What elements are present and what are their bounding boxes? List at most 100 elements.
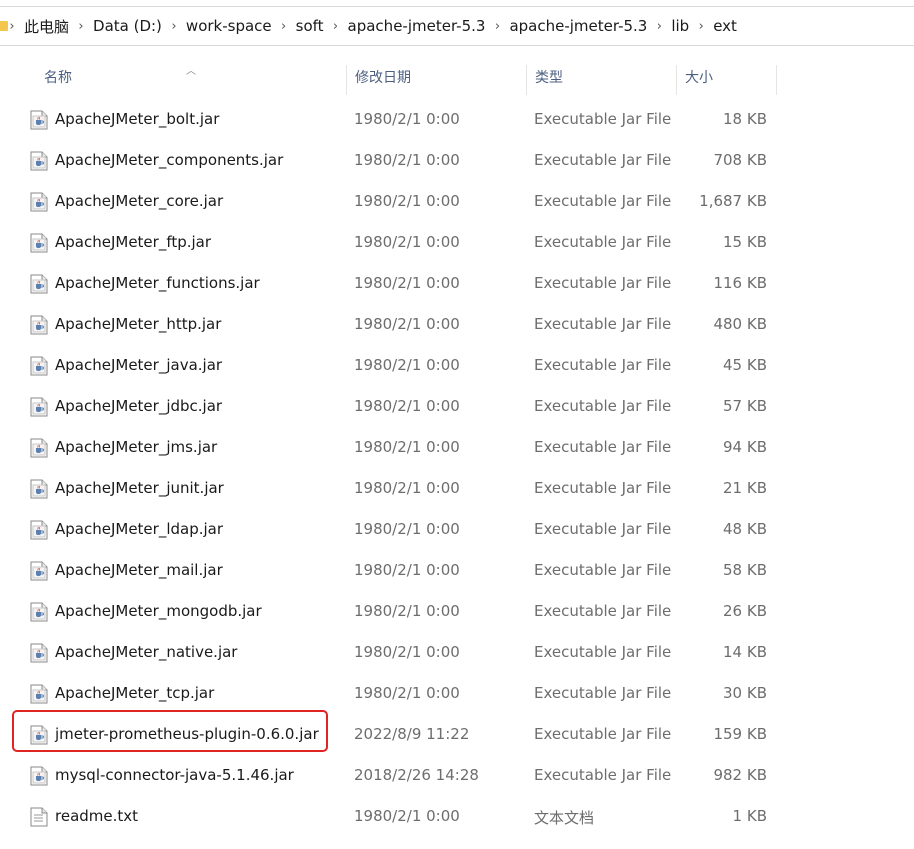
jar-file-icon: [30, 233, 48, 253]
breadcrumb-item[interactable]: work-space: [186, 17, 272, 35]
file-name[interactable]: jmeter-prometheus-plugin-0.6.0.jar: [55, 725, 319, 743]
jar-file-icon: [30, 356, 48, 376]
file-row-highlighted[interactable]: jmeter-prometheus-plugin-0.6.0.jar 2022/8…: [0, 710, 914, 756]
file-size: 15 KB: [723, 233, 767, 251]
column-header-size[interactable]: 大小: [677, 62, 777, 95]
file-row[interactable]: ApacheJMeter_jms.jar 1980/2/1 0:00 Executa…: [0, 428, 914, 469]
file-type: Executable Jar File: [534, 602, 672, 620]
file-date: 1980/2/1 0:00: [354, 561, 460, 579]
file-size: 1 KB: [732, 807, 767, 825]
text-file-icon: [30, 807, 48, 827]
file-row[interactable]: ApacheJMeter_junit.jar 1980/2/1 0:00 Execu…: [0, 469, 914, 510]
file-type: Executable Jar File: [534, 397, 672, 415]
file-size: 58 KB: [723, 561, 767, 579]
file-name[interactable]: ApacheJMeter_http.jar: [55, 315, 221, 333]
file-date: 2018/2/26 14:28: [354, 766, 479, 784]
column-header-date[interactable]: 修改日期: [347, 62, 525, 95]
jar-file-icon: [30, 602, 48, 622]
breadcrumb: › 此电脑 › Data (D:) › work-space › soft › apache-jm…: [0, 7, 737, 45]
column-header: ︿ 名称 修改日期 类型 大小: [0, 62, 914, 95]
file-name[interactable]: ApacheJMeter_bolt.jar: [55, 110, 219, 128]
chevron-right-icon[interactable]: ›: [493, 19, 501, 34]
file-type: Executable Jar File: [534, 643, 672, 661]
file-date: 1980/2/1 0:00: [354, 192, 460, 210]
jar-file-icon: [30, 479, 48, 499]
file-name[interactable]: mysql-connector-java-5.1.46.jar: [55, 766, 294, 784]
file-size: 26 KB: [723, 602, 767, 620]
file-name[interactable]: ApacheJMeter_components.jar: [55, 151, 283, 169]
file-name[interactable]: ApacheJMeter_junit.jar: [55, 479, 224, 497]
file-row[interactable]: ApacheJMeter_jdbc.jar 1980/2/1 0:00 Execut…: [0, 387, 914, 428]
file-row[interactable]: ApacheJMeter_mail.jar 1980/2/1 0:00 Execut…: [0, 551, 914, 592]
file-name[interactable]: readme.txt: [55, 807, 138, 825]
jar-file-icon: [30, 315, 48, 335]
file-date: 1980/2/1 0:00: [354, 438, 460, 456]
file-name[interactable]: ApacheJMeter_java.jar: [55, 356, 222, 374]
file-row[interactable]: ApacheJMeter_native.jar 1980/2/1 0:00 Exec…: [0, 633, 914, 674]
breadcrumb-item[interactable]: ext: [713, 17, 737, 35]
column-header-type[interactable]: 类型: [527, 62, 675, 95]
file-type: Executable Jar File: [534, 151, 672, 169]
file-name[interactable]: ApacheJMeter_ftp.jar: [55, 233, 211, 251]
file-size: 14 KB: [723, 643, 767, 661]
breadcrumb-item[interactable]: 此电脑: [24, 16, 69, 37]
breadcrumb-item[interactable]: apache-jmeter-5.3: [509, 17, 647, 35]
jar-file-icon: [30, 561, 48, 581]
file-row[interactable]: ApacheJMeter_java.jar 1980/2/1 0:00 Execut…: [0, 346, 914, 387]
chevron-right-icon[interactable]: ›: [170, 19, 178, 34]
file-row[interactable]: ApacheJMeter_ldap.jar 1980/2/1 0:00 Execut…: [0, 510, 914, 551]
file-name[interactable]: ApacheJMeter_mongodb.jar: [55, 602, 262, 620]
file-row[interactable]: ApacheJMeter_tcp.jar 1980/2/1 0:00 Executa…: [0, 674, 914, 715]
column-header-name[interactable]: 名称: [36, 62, 346, 95]
file-date: 1980/2/1 0:00: [354, 110, 460, 128]
jar-file-icon: [30, 110, 48, 130]
file-date: 1980/2/1 0:00: [354, 684, 460, 702]
jar-file-icon: [30, 684, 48, 704]
file-row[interactable]: ApacheJMeter_ftp.jar 1980/2/1 0:00 Executa…: [0, 223, 914, 264]
file-row[interactable]: ApacheJMeter_components.jar 1980/2/1 0:00…: [0, 141, 914, 182]
chevron-right-icon[interactable]: ›: [697, 19, 705, 34]
file-row[interactable]: ApacheJMeter_bolt.jar 1980/2/1 0:00 Execut…: [0, 100, 914, 141]
file-type: Executable Jar File: [534, 233, 672, 251]
file-name[interactable]: ApacheJMeter_jms.jar: [55, 438, 217, 456]
file-row[interactable]: mysql-connector-java-5.1.46.jar 2018/2/26…: [0, 756, 914, 797]
file-name[interactable]: ApacheJMeter_functions.jar: [55, 274, 260, 292]
file-row[interactable]: ApacheJMeter_mongodb.jar 1980/2/1 0:00 Exe…: [0, 592, 914, 633]
chevron-right-icon[interactable]: ›: [655, 19, 663, 34]
file-type: Executable Jar File: [534, 438, 672, 456]
file-size: 45 KB: [723, 356, 767, 374]
file-date: 1980/2/1 0:00: [354, 233, 460, 251]
file-name[interactable]: ApacheJMeter_tcp.jar: [55, 684, 214, 702]
breadcrumb-item[interactable]: lib: [671, 17, 689, 35]
jar-file-icon: [30, 438, 48, 458]
file-name[interactable]: ApacheJMeter_jdbc.jar: [55, 397, 222, 415]
file-type: Executable Jar File: [534, 561, 672, 579]
file-type: Executable Jar File: [534, 192, 672, 210]
address-bar[interactable]: › 此电脑 › Data (D:) › work-space › soft › apache-jm…: [0, 6, 914, 46]
file-size: 21 KB: [723, 479, 767, 497]
chevron-right-icon[interactable]: ›: [332, 19, 340, 34]
chevron-right-icon[interactable]: ›: [8, 19, 16, 34]
file-date: 1980/2/1 0:00: [354, 479, 460, 497]
file-row[interactable]: ApacheJMeter_functions.jar 1980/2/1 0:00 E…: [0, 264, 914, 305]
file-name[interactable]: ApacheJMeter_mail.jar: [55, 561, 223, 579]
file-type: Executable Jar File: [534, 274, 672, 292]
column-divider[interactable]: [776, 65, 777, 95]
file-row[interactable]: ApacheJMeter_http.jar 1980/2/1 0:00 Execut…: [0, 305, 914, 346]
chevron-right-icon[interactable]: ›: [77, 19, 85, 34]
file-name[interactable]: ApacheJMeter_native.jar: [55, 643, 237, 661]
file-row[interactable]: readme.txt 1980/2/1 0:00 文本文档 1 KB: [0, 797, 914, 838]
breadcrumb-item[interactable]: soft: [296, 17, 324, 35]
file-row[interactable]: ApacheJMeter_core.jar 1980/2/1 0:00 Execut…: [0, 182, 914, 223]
file-date: 1980/2/1 0:00: [354, 520, 460, 538]
breadcrumb-item[interactable]: apache-jmeter-5.3: [348, 17, 486, 35]
jar-file-icon: [30, 151, 48, 171]
breadcrumb-item[interactable]: Data (D:): [93, 17, 162, 35]
file-name[interactable]: ApacheJMeter_ldap.jar: [55, 520, 223, 538]
file-type: Executable Jar File: [534, 520, 672, 538]
file-date: 2022/8/9 11:22: [354, 725, 470, 743]
chevron-right-icon[interactable]: ›: [280, 19, 288, 34]
file-name[interactable]: ApacheJMeter_core.jar: [55, 192, 223, 210]
file-size: 48 KB: [723, 520, 767, 538]
file-type: Executable Jar File: [534, 725, 672, 743]
